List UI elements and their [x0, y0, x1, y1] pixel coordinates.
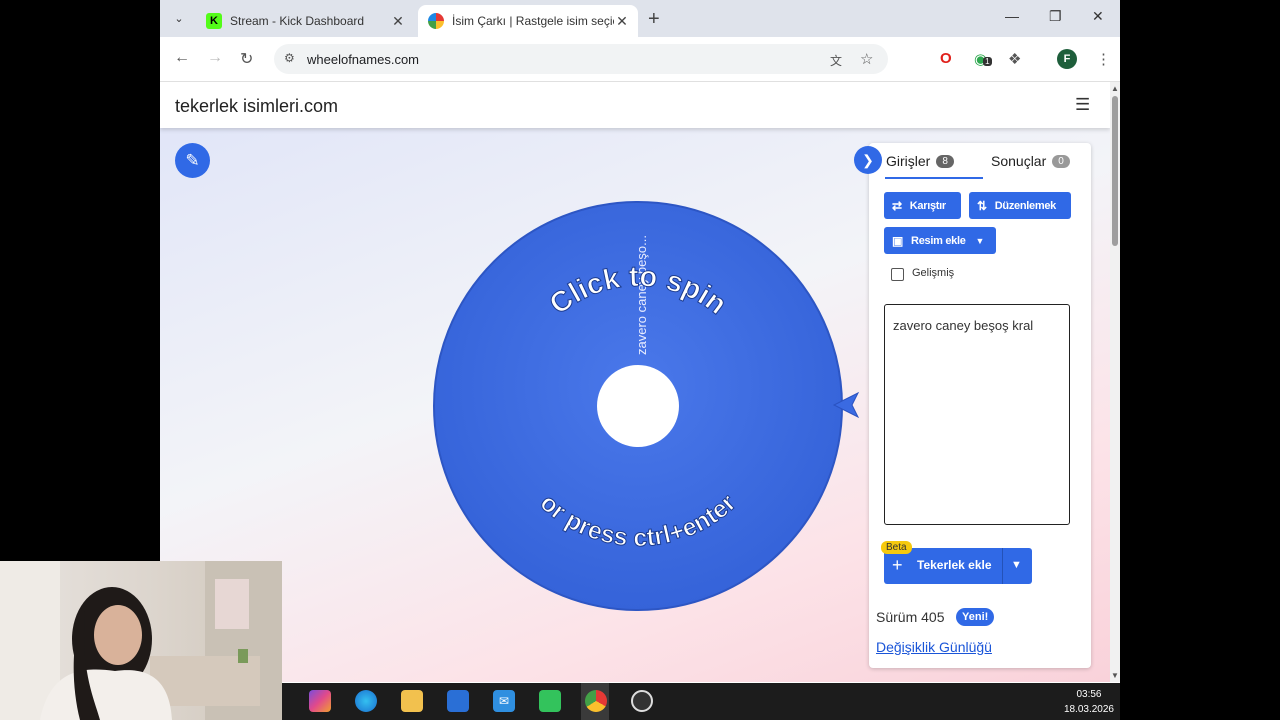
advanced-label: Gelişmiş [912, 267, 955, 279]
advanced-checkbox[interactable] [891, 268, 904, 281]
file-explorer-icon[interactable] [401, 690, 423, 712]
shuffle-label: Karıştır [909, 199, 946, 212]
browser-window: ⌄ K Stream - Kick Dashboard ✕ İsim Çarkı… [160, 0, 1120, 720]
add-image-button[interactable]: ▣ Resim ekle ▼ [884, 227, 996, 254]
translate-icon[interactable]: 文 [830, 52, 842, 69]
obs-recording-icon[interactable] [631, 690, 653, 712]
tab-kick-dashboard[interactable]: K Stream - Kick Dashboard ✕ [196, 5, 414, 37]
shield-extension-icon[interactable]: ◉1 [974, 50, 992, 68]
copilot-icon[interactable] [309, 690, 331, 712]
image-icon: ▣ [892, 233, 904, 248]
chevron-down-icon: ▼ [975, 235, 985, 246]
site-header: tekerlek isimleri.com ☰ [160, 82, 1110, 128]
add-image-label: Resim ekle [911, 234, 966, 247]
wheel-segment-label: zavero caney beşo... [634, 235, 649, 355]
tab-entries[interactable]: Girişler 8 [886, 153, 954, 169]
restore-icon[interactable]: ❐ [1049, 8, 1062, 25]
changelog-link[interactable]: Değişiklik Günlüğü [876, 639, 992, 655]
sort-icon: ⇅ [977, 198, 987, 213]
browser-toolbar: ← → ↻ ⚙ wheelofnames.com ☆ 文 O ◉1 ❖ F ⋮ [160, 37, 1120, 82]
profile-avatar[interactable]: F [1057, 49, 1077, 69]
clock-time: 03:56 [1076, 689, 1102, 700]
entries-count-badge: 8 [936, 154, 954, 168]
scroll-thumb[interactable] [1112, 96, 1118, 246]
opera-extension-icon[interactable]: O [940, 50, 952, 67]
plus-icon: + [892, 555, 903, 575]
reload-button[interactable]: ↻ [240, 49, 253, 69]
game-app-icon[interactable] [539, 690, 561, 712]
webcam-person-image [0, 561, 282, 720]
tab-entries-label: Girişler [886, 153, 931, 169]
mail-icon[interactable]: ✉ [493, 690, 515, 712]
browser-menu-icon[interactable]: ⋮ [1096, 50, 1111, 68]
extensions-puzzle-icon[interactable]: ❖ [1008, 50, 1021, 68]
site-info-icon[interactable]: ⚙ [284, 51, 295, 65]
site-logo[interactable]: tekerlek isimleri.com [175, 96, 338, 117]
tab-close-icon[interactable]: ✕ [390, 13, 406, 30]
tab-search-button[interactable]: ⌄ [168, 7, 190, 29]
pencil-edit-icon[interactable]: ✎ [175, 143, 210, 178]
shuffle-icon: ⇄ [892, 198, 902, 213]
page-scrollbar[interactable]: ▲ ▼ [1110, 82, 1120, 682]
tab-wheel-of-names[interactable]: İsim Çarkı | Rastgele isim seçici ✕ [418, 5, 638, 37]
entries-panel: Girişler 8 Sonuçlar 0 ⇄ Karıştır ⇅ Düzen… [869, 143, 1091, 668]
microsoft-store-icon[interactable] [447, 690, 469, 712]
sort-label: Düzenlemek [994, 199, 1057, 212]
add-wheel-dropdown-icon[interactable]: ▼ [1011, 559, 1022, 571]
collapse-panel-icon[interactable]: ❯ [854, 146, 882, 174]
wheel-pointer-icon [832, 391, 860, 419]
sort-button[interactable]: ⇅ Düzenlemek [969, 192, 1071, 219]
close-window-icon[interactable]: ✕ [1092, 8, 1104, 25]
chrome-icon[interactable] [585, 690, 607, 712]
tab-close-icon[interactable]: ✕ [614, 13, 630, 30]
wheel-center-hub [597, 365, 679, 447]
webcam-overlay [0, 561, 282, 720]
shuffle-button[interactable]: ⇄ Karıştır [884, 192, 961, 219]
bookmark-star-icon[interactable]: ☆ [860, 50, 873, 68]
tab-results[interactable]: Sonuçlar 0 [991, 153, 1070, 169]
tab-strip: ⌄ K Stream - Kick Dashboard ✕ İsim Çarkı… [160, 0, 1120, 37]
version-text: Sürüm 405 [876, 609, 945, 625]
tab-title: İsim Çarkı | Rastgele isim seçici [452, 14, 614, 28]
forward-button[interactable]: → [207, 49, 223, 67]
minimize-icon[interactable]: — [1005, 8, 1019, 24]
system-clock[interactable]: 03:56 18.03.2026 [1064, 687, 1114, 717]
back-button[interactable]: ← [174, 49, 190, 67]
kick-favicon-icon: K [206, 13, 222, 29]
wheel-favicon-icon [428, 13, 444, 29]
name-wheel[interactable]: zavero caney beşo... Click to spin or pr… [432, 200, 844, 612]
url-text: wheelofnames.com [307, 52, 419, 67]
new-badge[interactable]: Yeni! [956, 608, 995, 626]
extension-badge: 1 [983, 57, 992, 66]
beta-badge: Beta [881, 541, 912, 554]
new-tab-button[interactable]: + [648, 8, 660, 31]
address-bar[interactable]: ⚙ wheelofnames.com ☆ 文 [274, 44, 888, 74]
clock-date: 18.03.2026 [1063, 704, 1114, 715]
active-tab-indicator [885, 177, 983, 179]
add-wheel-label: Tekerlek ekle [917, 558, 992, 572]
hamburger-menu-icon[interactable]: ☰ [1075, 95, 1090, 115]
results-count-badge: 0 [1052, 154, 1070, 168]
scroll-down-icon[interactable]: ▼ [1111, 671, 1119, 680]
button-divider [1002, 548, 1003, 584]
scroll-up-icon[interactable]: ▲ [1111, 84, 1119, 93]
windows-taskbar: ✉ 03:56 18.03.2026 [282, 683, 1120, 720]
page-content: tekerlek isimleri.com ☰ ✎ zavero caney b… [160, 82, 1110, 682]
tab-title: Stream - Kick Dashboard [230, 14, 365, 28]
tab-results-label: Sonuçlar [991, 153, 1047, 169]
edge-browser-icon[interactable] [355, 690, 377, 712]
entries-textarea[interactable]: zavero caney beşoş kral [884, 304, 1070, 525]
